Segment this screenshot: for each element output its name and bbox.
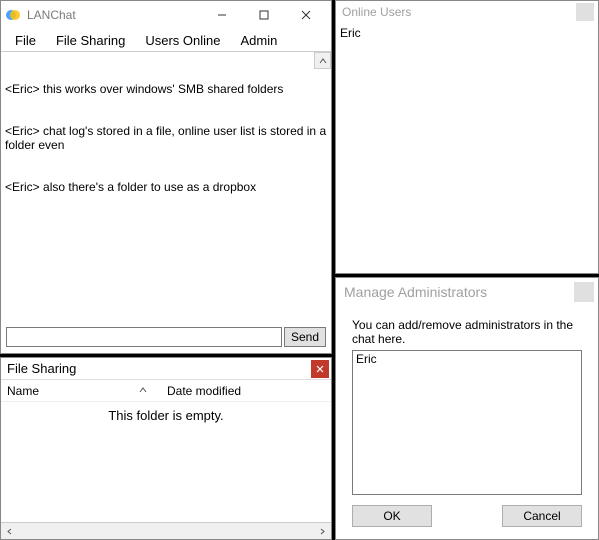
online-users-titlebar[interactable]: Online Users [336,1,598,23]
menu-file[interactable]: File [5,31,46,50]
online-user-item[interactable]: Eric [340,26,594,40]
file-sharing-columns: Name Date modified [1,380,331,402]
file-sharing-window: File Sharing Name Date modified This fol… [0,357,332,540]
file-sharing-title: File Sharing [7,361,76,376]
online-users-button[interactable] [576,3,594,21]
file-sharing-close-button[interactable] [311,360,329,378]
scroll-left-button[interactable] [1,523,18,540]
main-title: LANChat [27,8,201,22]
manage-admins-body: You can add/remove administrators in the… [336,306,598,539]
manage-admins-description: You can add/remove administrators in the… [352,318,582,346]
scroll-right-button[interactable] [314,523,331,540]
manage-admins-button[interactable] [574,282,594,302]
chat-input[interactable] [6,327,282,347]
chat-line: <Eric> this works over windows' SMB shar… [5,82,327,96]
manage-admins-buttons: OK Cancel [352,505,582,527]
menu-file-sharing[interactable]: File Sharing [46,31,135,50]
maximize-button[interactable] [243,2,285,28]
close-button[interactable] [285,2,327,28]
empty-folder-message: This folder is empty. [108,408,223,423]
minimize-button[interactable] [201,2,243,28]
chat-line: <Eric> also there's a folder to use as a… [5,180,327,194]
send-button[interactable]: Send [284,327,326,347]
ok-button[interactable]: OK [352,505,432,527]
online-users-list: Eric [336,23,598,273]
file-sharing-body: This folder is empty. [1,402,331,522]
manage-admins-title: Manage Administrators [344,284,574,300]
online-users-window: Online Users Eric [335,0,599,274]
menu-users-online[interactable]: Users Online [135,31,230,50]
column-date-modified[interactable]: Date modified [167,384,325,398]
admin-list-item[interactable]: Eric [356,352,578,366]
column-name-label: Name [7,384,39,398]
manage-admins-titlebar[interactable]: Manage Administrators [336,278,598,306]
cancel-button[interactable]: Cancel [502,505,582,527]
chat-line: <Eric> chat log's stored in a file, onli… [5,124,327,152]
manage-admins-window: Manage Administrators You can add/remove… [335,277,599,540]
main-window: LANChat File File Sharing Users Online A… [0,0,332,354]
file-sharing-header: File Sharing [1,358,331,380]
column-name[interactable]: Name [7,384,167,398]
sort-indicator-icon [139,385,147,396]
chat-input-row: Send [1,325,331,353]
scroll-up-button[interactable] [314,52,331,69]
online-users-title: Online Users [342,5,576,19]
horizontal-scrollbar[interactable] [1,522,331,539]
menu-admin[interactable]: Admin [230,31,287,50]
main-titlebar[interactable]: LANChat [1,1,331,29]
app-icon [5,7,21,23]
window-controls [201,2,327,28]
admin-list[interactable]: Eric [352,350,582,495]
chat-log: <Eric> this works over windows' SMB shar… [1,51,331,325]
menubar: File File Sharing Users Online Admin [1,29,331,51]
